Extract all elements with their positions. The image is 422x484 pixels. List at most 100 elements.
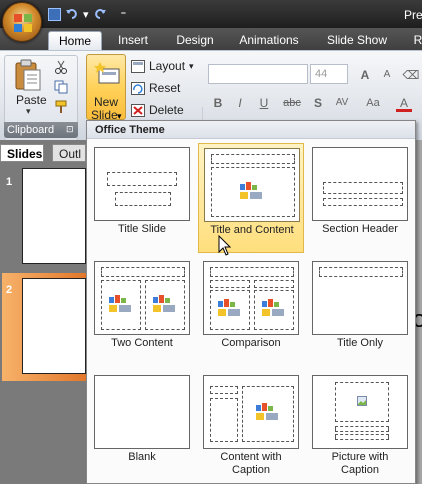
bold-button[interactable]: B xyxy=(210,94,226,112)
content-icons xyxy=(109,295,131,312)
title-placeholder xyxy=(323,182,403,194)
paste-icon[interactable] xyxy=(14,58,42,92)
layout-thumb xyxy=(203,261,299,335)
title-placeholder xyxy=(101,267,185,277)
title-placeholder xyxy=(210,267,294,277)
text-placeholder xyxy=(323,198,403,206)
quick-access-toolbar: ▾ ⁼ xyxy=(48,5,126,23)
tab-design[interactable]: Design xyxy=(170,31,220,50)
layout-thumb xyxy=(94,261,190,335)
clear-formatting-icon[interactable]: ⌫ xyxy=(402,66,420,84)
mouse-pointer-icon xyxy=(218,235,232,256)
delete-icon xyxy=(131,103,145,117)
layout-title-and-content[interactable]: Title and Content xyxy=(198,143,304,253)
tab-insert[interactable]: Insert xyxy=(110,31,156,50)
layout-thumb xyxy=(312,261,408,335)
layout-thumb xyxy=(312,147,408,221)
layout-label: Title Slide xyxy=(118,223,166,235)
layout-content-with-caption[interactable]: Content with Caption xyxy=(198,371,304,481)
tab-slides[interactable]: Slides xyxy=(0,144,44,162)
office-button[interactable] xyxy=(2,2,42,42)
layout-section-header[interactable]: Section Header xyxy=(307,143,413,253)
content-icons xyxy=(240,182,262,199)
layout-two-content[interactable]: Two Content xyxy=(89,257,195,367)
underline-button[interactable]: U xyxy=(256,94,272,112)
layout-label: Comparison xyxy=(221,337,281,349)
tab-outline[interactable]: Outl xyxy=(52,144,86,162)
layout-thumb xyxy=(94,147,190,221)
content-icons xyxy=(218,299,240,316)
undo-icon[interactable] xyxy=(65,7,79,21)
new-slide-label-1: New xyxy=(94,95,119,109)
slide-thumbnail-1[interactable] xyxy=(22,168,86,264)
layout-gallery: Office Theme Title Slide Title and Conte… xyxy=(86,120,416,484)
shadow-button[interactable]: S xyxy=(310,94,326,112)
reset-button[interactable]: Reset xyxy=(131,81,180,95)
content-icons xyxy=(256,403,278,420)
layout-thumb xyxy=(94,375,190,449)
font-color-button[interactable]: A xyxy=(396,94,412,112)
slide-number-1: 1 xyxy=(6,176,13,188)
shrink-font-button[interactable]: A xyxy=(378,66,396,84)
office-logo-icon xyxy=(14,14,32,32)
undo-dropdown-icon[interactable]: ▾ xyxy=(83,8,89,21)
layout-blank[interactable]: Blank xyxy=(89,371,195,481)
tab-review[interactable]: R xyxy=(410,31,422,50)
new-slide-button[interactable]: New Slide ▾ xyxy=(86,54,126,122)
layout-label-line-1: Picture with xyxy=(331,451,389,463)
slide-number-2: 2 xyxy=(6,284,13,296)
layout-thumb xyxy=(312,375,408,449)
strikethrough-button[interactable]: abc xyxy=(280,94,304,112)
subtitle-placeholder xyxy=(115,192,171,206)
title-placeholder xyxy=(335,426,389,432)
clipboard-launcher-icon[interactable]: ⊡ xyxy=(66,124,74,135)
layout-label: Section Header xyxy=(322,223,398,235)
delete-label: Delete xyxy=(149,103,184,117)
reset-icon xyxy=(131,81,145,95)
save-icon[interactable] xyxy=(48,7,61,21)
format-painter-icon[interactable] xyxy=(54,100,68,114)
change-case-button[interactable]: Aa xyxy=(362,94,384,112)
tab-slide-show[interactable]: Slide Show xyxy=(322,31,392,50)
grow-font-button[interactable]: A xyxy=(356,66,374,84)
layout-label: Title Only xyxy=(336,337,384,349)
title-placeholder xyxy=(107,172,177,186)
tab-home[interactable]: Home xyxy=(48,31,102,50)
customize-qat-icon[interactable]: ⁼ xyxy=(121,8,127,21)
slides-pane-tabs: Slides Outl xyxy=(0,144,86,162)
title-placeholder xyxy=(211,154,295,164)
layout-comparison[interactable]: Comparison xyxy=(198,257,304,367)
font-size-box[interactable]: 44 xyxy=(310,64,348,84)
new-slide-icon xyxy=(94,62,120,84)
caption-placeholder xyxy=(335,434,389,440)
layout-label: Title and Content xyxy=(210,224,294,236)
tab-animations[interactable]: Animations xyxy=(234,31,304,50)
layout-label: Layout xyxy=(149,59,186,73)
layout-label-line-2: Caption xyxy=(341,464,379,476)
content-icons xyxy=(262,299,284,316)
layout-dropdown-icon: ▾ xyxy=(189,60,194,71)
layout-button[interactable]: Layout ▾ xyxy=(131,59,194,73)
layout-thumb xyxy=(203,375,299,449)
italic-button[interactable]: I xyxy=(232,94,248,112)
ribbon-tabs: Home Insert Design Animations Slide Show… xyxy=(0,28,422,50)
title-placeholder xyxy=(319,267,403,277)
paste-dropdown-icon[interactable]: ▾ xyxy=(26,106,31,117)
layout-picture-with-caption[interactable]: Picture with Caption xyxy=(307,371,413,481)
picture-icon xyxy=(357,396,367,406)
delete-button[interactable]: Delete xyxy=(131,103,184,117)
layout-title-only[interactable]: Title Only xyxy=(307,257,413,367)
layout-title-slide[interactable]: Title Slide xyxy=(89,143,195,253)
layout-label: Blank xyxy=(128,451,156,463)
cut-icon[interactable] xyxy=(54,60,68,74)
slide-thumbnail-2[interactable] xyxy=(22,278,86,374)
character-spacing-button[interactable]: AV xyxy=(330,94,354,112)
copy-icon[interactable] xyxy=(54,80,68,94)
title-placeholder xyxy=(210,386,238,394)
layout-label-line-2: Caption xyxy=(232,464,270,476)
redo-icon[interactable] xyxy=(93,7,107,21)
title-bar: ▾ ⁼ Pre xyxy=(0,0,422,28)
window-title: Pre xyxy=(404,8,422,22)
font-name-box[interactable] xyxy=(208,64,308,84)
paste-button[interactable]: Paste xyxy=(16,93,47,107)
